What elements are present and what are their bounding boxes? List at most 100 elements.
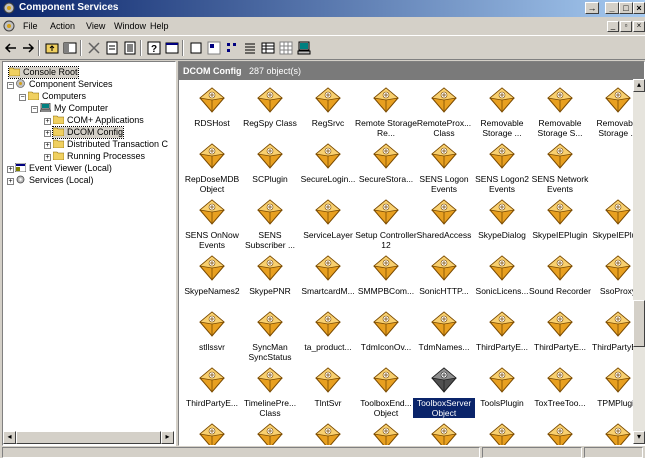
- dcom-object-item[interactable]: [529, 422, 591, 445]
- dcom-object-item[interactable]: SkypePNR: [239, 254, 301, 312]
- expand-toggle[interactable]: +: [44, 142, 51, 149]
- dcom-object-item[interactable]: Sound Recorder: [529, 254, 591, 312]
- show-hide-tree-icon[interactable]: [62, 40, 78, 56]
- scroll-down-button[interactable]: ▾: [633, 431, 645, 444]
- dcom-object-item[interactable]: SyncMan SyncStatus: [239, 310, 301, 368]
- dcom-object-item[interactable]: ThirdPartyE...: [181, 366, 243, 424]
- child-restore-button[interactable]: ▫: [620, 21, 632, 32]
- minimize-button[interactable]: _: [605, 2, 619, 14]
- tree-item-computers[interactable]: Computers: [28, 91, 86, 102]
- dcom-object-item[interactable]: [181, 422, 243, 445]
- scroll-thumb[interactable]: [16, 431, 161, 444]
- dcom-object-item[interactable]: stllssvr: [181, 310, 243, 368]
- dcom-object-item[interactable]: SENS Logon2 Events: [471, 142, 533, 200]
- dcom-object-item[interactable]: [471, 422, 533, 445]
- dcom-object-item[interactable]: Setup Controller 12: [355, 198, 417, 256]
- dcom-object-item[interactable]: ThirdPartyE...: [471, 310, 533, 368]
- menu-help[interactable]: Help: [150, 21, 169, 31]
- scroll-right-button[interactable]: ▸: [161, 431, 174, 444]
- menu-window[interactable]: Window: [114, 21, 146, 31]
- tree-horizontal-scrollbar[interactable]: ◂ ▸: [3, 431, 174, 444]
- large-icons-icon[interactable]: [206, 40, 222, 56]
- scroll-up-button[interactable]: ▴: [633, 79, 645, 92]
- close-button[interactable]: ×: [633, 2, 645, 14]
- dcom-object-item[interactable]: SENS Logon Events: [413, 142, 475, 200]
- dcom-object-item[interactable]: RegSrvc: [297, 86, 359, 144]
- tree-item-component-services[interactable]: Component Services: [15, 79, 113, 90]
- refresh-grid-icon[interactable]: [278, 40, 294, 56]
- tree-item-com-applications[interactable]: COM+ Applications: [53, 115, 144, 126]
- dcom-object-item[interactable]: ThirdPartyE...: [529, 310, 591, 368]
- menu-action[interactable]: Action: [50, 21, 75, 31]
- tree-item-distributed-transaction[interactable]: Distributed Transaction C: [53, 139, 168, 150]
- dcom-object-item[interactable]: SENS Network Events: [529, 142, 591, 200]
- dcom-object-item[interactable]: TdmNames...: [413, 310, 475, 368]
- export-list-icon[interactable]: [122, 40, 138, 56]
- scroll-left-button[interactable]: ◂: [3, 431, 16, 444]
- dcom-object-item[interactable]: TdmIconOv...: [355, 310, 417, 368]
- dcom-object-item[interactable]: [297, 422, 359, 445]
- dcom-object-item[interactable]: SENS OnNow Events: [181, 198, 243, 256]
- small-icons-icon[interactable]: [224, 40, 240, 56]
- mmc-icon[interactable]: [3, 20, 15, 32]
- collapse-toggle[interactable]: −: [7, 82, 14, 89]
- dcom-object-item[interactable]: Removable Storage S...: [529, 86, 591, 144]
- dcom-object-item[interactable]: RegSpy Class: [239, 86, 301, 144]
- dcom-object-item[interactable]: SENS Subscriber ...: [239, 198, 301, 256]
- dcom-object-item[interactable]: ToolboxServer Object: [412, 366, 476, 424]
- dcom-object-item[interactable]: SMMPBCom...: [355, 254, 417, 312]
- tree-item-console-root[interactable]: Console Root: [8, 66, 79, 79]
- child-minimize-button[interactable]: _: [607, 21, 619, 32]
- delete-x-icon[interactable]: [86, 40, 102, 56]
- restore-arrow-button[interactable]: →: [585, 2, 599, 14]
- expand-toggle[interactable]: +: [44, 118, 51, 125]
- dcom-object-item[interactable]: SCPlugin: [239, 142, 301, 200]
- dcom-object-item[interactable]: [355, 422, 417, 445]
- dcom-object-item[interactable]: SkypeNames2: [181, 254, 243, 312]
- tree-item-services[interactable]: Services (Local): [15, 175, 94, 186]
- collapse-toggle[interactable]: −: [31, 106, 38, 113]
- dcom-object-item[interactable]: SonicHTTP...: [413, 254, 475, 312]
- dcom-object-item[interactable]: ToolsPlugin: [471, 366, 533, 424]
- back-arrow-icon[interactable]: [3, 40, 19, 56]
- dcom-object-item[interactable]: SecureStora...: [355, 142, 417, 200]
- new-window-icon[interactable]: [188, 40, 204, 56]
- dcom-object-item[interactable]: SkypeDialog: [471, 198, 533, 256]
- expand-toggle[interactable]: +: [44, 154, 51, 161]
- dcom-object-item[interactable]: ToolboxEnd... Object: [355, 366, 417, 424]
- dcom-object-item[interactable]: SonicLicens...: [471, 254, 533, 312]
- properties-icon[interactable]: [104, 40, 120, 56]
- dcom-object-item[interactable]: TlntSvr: [297, 366, 359, 424]
- dcom-object-item[interactable]: Remote Storage Re...: [355, 86, 417, 144]
- detail-view-icon[interactable]: [260, 40, 276, 56]
- dcom-object-item[interactable]: RemoteProx... Class: [413, 86, 475, 144]
- tree-item-dcom-config[interactable]: DCOM Config: [51, 126, 125, 139]
- menu-view[interactable]: View: [86, 21, 105, 31]
- dcom-object-item[interactable]: RDSHost: [181, 86, 243, 144]
- dcom-object-item[interactable]: ta_product...: [297, 310, 359, 368]
- dcom-object-item[interactable]: SecureLogin...: [297, 142, 359, 200]
- dcom-object-item[interactable]: [413, 422, 475, 445]
- dcom-object-item[interactable]: ServiceLayer: [297, 198, 359, 256]
- dcom-object-item[interactable]: SmartcardM...: [297, 254, 359, 312]
- expand-toggle[interactable]: +: [7, 178, 14, 185]
- maximize-button[interactable]: □: [619, 2, 633, 14]
- dcom-object-item[interactable]: SharedAccess: [413, 198, 475, 256]
- dcom-object-item[interactable]: [239, 422, 301, 445]
- dcom-object-item[interactable]: Removable Storage ...: [471, 86, 533, 144]
- console-icon[interactable]: [164, 40, 180, 56]
- forward-arrow-icon[interactable]: [20, 40, 36, 56]
- dcom-object-item[interactable]: RepDoseMDB Object: [181, 142, 243, 200]
- tree-item-running-processes[interactable]: Running Processes: [53, 151, 145, 162]
- dcom-object-item[interactable]: SkypeIEPlugin: [529, 198, 591, 256]
- help-icon[interactable]: ?: [146, 40, 162, 56]
- child-close-button[interactable]: ×: [633, 21, 645, 32]
- list-view-icon[interactable]: [242, 40, 258, 56]
- computer-icon[interactable]: [296, 40, 312, 56]
- expand-toggle[interactable]: +: [44, 130, 51, 137]
- expand-toggle[interactable]: +: [7, 166, 14, 173]
- tree-item-my-computer[interactable]: My Computer: [40, 103, 108, 114]
- up-folder-icon[interactable]: [44, 40, 60, 56]
- menu-file[interactable]: File: [23, 21, 38, 31]
- dcom-object-item[interactable]: TimelinePre... Class: [239, 366, 301, 424]
